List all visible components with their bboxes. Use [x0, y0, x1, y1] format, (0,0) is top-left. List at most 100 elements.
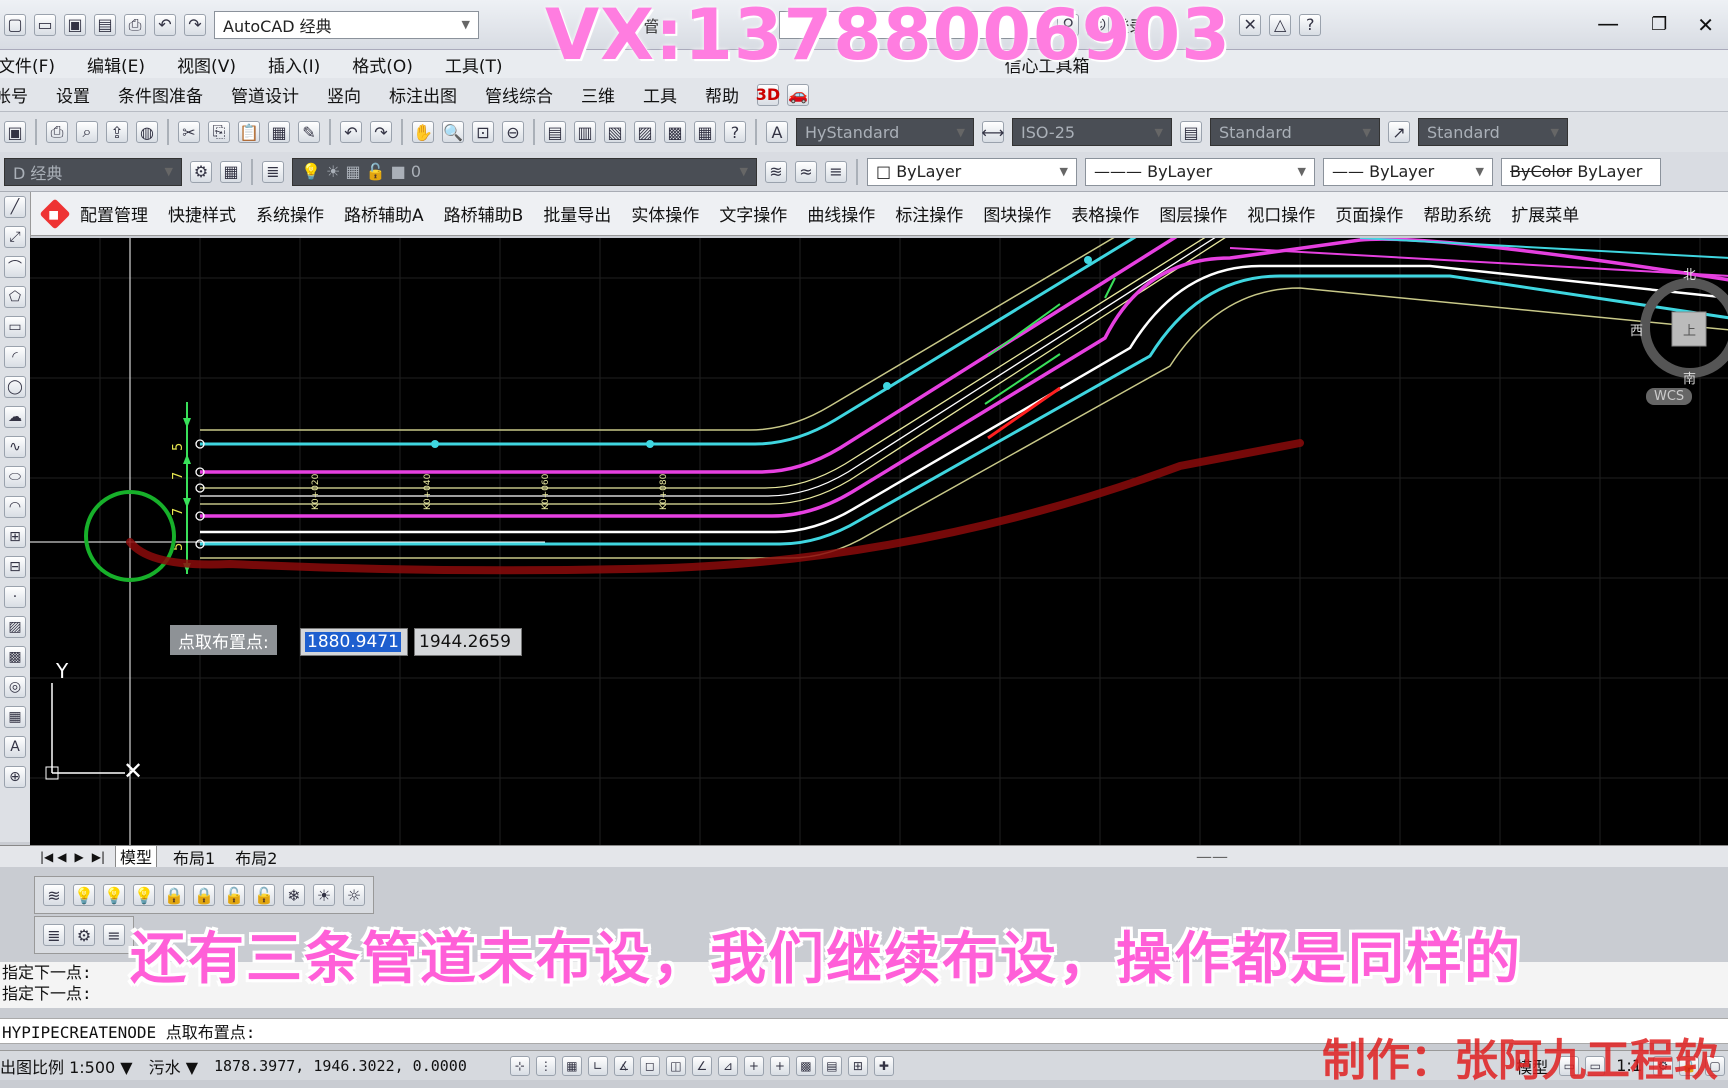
a360-icon[interactable]: △	[1269, 13, 1292, 36]
menu-condition-prep[interactable]: 条件图准备	[118, 82, 203, 107]
viewcube-north[interactable]: 北	[1683, 264, 1696, 283]
insert-block-icon[interactable]: ⊞	[4, 526, 26, 548]
redo-icon[interactable]: ↷	[370, 121, 392, 143]
arc-icon[interactable]: ◜	[4, 346, 26, 368]
spline-icon[interactable]: ∿	[4, 436, 26, 458]
paste-block-icon[interactable]: ▦	[268, 121, 290, 143]
3d-dwf-icon[interactable]: ◍	[136, 121, 158, 143]
dynamic-input-x[interactable]: 1880.9471	[300, 628, 408, 656]
preview-icon[interactable]: ⌕	[76, 121, 98, 143]
cmd-quick-style[interactable]: 快捷样式	[168, 201, 236, 226]
lightbulb-off-icon[interactable]: 💡	[133, 884, 155, 906]
menu-pipe-design[interactable]: 管道设计	[231, 82, 299, 107]
menu-insert[interactable]: 插入(I)	[268, 52, 320, 77]
tab-layout2[interactable]: 布局2	[231, 846, 281, 868]
quick-properties-icon[interactable]: ▤	[821, 1055, 842, 1076]
workspace-select[interactable]: AutoCAD 经典 ▼	[214, 10, 479, 39]
save-icon[interactable]: ▣	[64, 13, 86, 36]
line-icon[interactable]: ╱	[4, 196, 26, 218]
cmd-extend[interactable]: 扩展菜单	[1511, 201, 1579, 226]
3d-icon[interactable]: 3D	[756, 83, 780, 106]
layer-properties-icon[interactable]: ≋	[43, 884, 65, 906]
menu-view[interactable]: 视图(V)	[177, 52, 236, 77]
exchange-icon[interactable]: ✕	[1239, 13, 1262, 36]
cmd-block[interactable]: 图块操作	[983, 201, 1051, 226]
cmd-curve[interactable]: 曲线操作	[807, 201, 875, 226]
tab-nav-next-icon[interactable]: ▶	[75, 850, 84, 864]
cmd-text[interactable]: 文字操作	[719, 201, 787, 226]
cut-icon[interactable]: ✂	[178, 121, 200, 143]
dim-style-select[interactable]: ISO-25 ▼	[1012, 118, 1172, 146]
dim-style-icon[interactable]: ⟷	[982, 121, 1004, 143]
viewcube-top[interactable]: 上	[1683, 320, 1696, 339]
grid-icon[interactable]: ▦	[561, 1055, 582, 1076]
ortho-icon[interactable]: ∟	[587, 1055, 608, 1076]
cmd-help-system[interactable]: 帮助系统	[1423, 201, 1491, 226]
ducs-icon[interactable]: ⊿	[717, 1055, 738, 1076]
lineweight-icon[interactable]: +	[769, 1055, 790, 1076]
mtext-icon[interactable]: A	[4, 736, 26, 758]
3d-osnap-icon[interactable]: ◫	[665, 1055, 686, 1076]
lineweight-select[interactable]: —— ByLayer ▼	[1323, 157, 1493, 186]
open-file-icon[interactable]: ▭	[34, 13, 56, 36]
rectangle-icon[interactable]: ▭	[4, 316, 26, 338]
coordinate-readout[interactable]: 1878.3977, 1946.3022, 0.0000	[214, 1057, 467, 1075]
cmd-road-b[interactable]: 路桥辅助B	[444, 201, 524, 226]
tab-model[interactable]: 模型	[115, 846, 158, 867]
car-icon[interactable]: 🚗	[787, 83, 809, 106]
add-selected-icon[interactable]: ⊕	[4, 766, 26, 788]
tab-nav-last-icon[interactable]: ▶|	[92, 850, 105, 864]
transparency-icon[interactable]: ▩	[795, 1055, 816, 1076]
lock-red-icon[interactable]: 🔒	[193, 884, 215, 906]
sun-icon[interactable]: ☀	[313, 884, 335, 906]
user-icon[interactable]: ☺	[1087, 13, 1110, 36]
ellipse-icon[interactable]: ⬭	[4, 466, 26, 488]
minimize-icon[interactable]: —	[1597, 12, 1619, 37]
copy-icon[interactable]: ⎘	[208, 121, 230, 143]
workspace-select-2[interactable]: D 经典 ▼	[4, 157, 182, 186]
sheet-set-icon[interactable]: ▨	[634, 121, 656, 143]
menu-toolbox[interactable]: 信心工具箱	[1005, 52, 1090, 77]
menu-help[interactable]: 帮助	[705, 82, 739, 107]
freeze-icon[interactable]: ❄	[283, 884, 305, 906]
revcloud-icon[interactable]: ☁	[4, 406, 26, 428]
cmd-viewport[interactable]: 视口操作	[1247, 201, 1315, 226]
help-icon[interactable]: ?	[724, 121, 746, 143]
viewcube[interactable]: 北 南 西 东 上 WCS	[1630, 268, 1728, 405]
cmd-system[interactable]: 系统操作	[256, 201, 324, 226]
cmd-road-a[interactable]: 路桥辅助A	[344, 201, 424, 226]
layer-merge-icon[interactable]: ≡	[103, 924, 125, 946]
restore-icon[interactable]: ❐	[1651, 14, 1667, 35]
polyline-icon[interactable]: ⌒	[4, 256, 26, 278]
login-link[interactable]: 登录	[1113, 13, 1145, 37]
menu-pipeline-synthesis[interactable]: 管线综合	[485, 82, 553, 107]
layer-select[interactable]: 💡 ☀ ▦ 🔓 ■ 0 ▼	[292, 157, 757, 186]
properties-icon[interactable]: ▤	[544, 121, 566, 143]
zoom-window-icon[interactable]: ⊡	[472, 121, 494, 143]
menu-tools[interactable]: 工具(T)	[445, 52, 503, 77]
zoom-previous-icon[interactable]: ⊖	[502, 121, 524, 143]
hatch-icon[interactable]: ▨	[4, 616, 26, 638]
zoom-realtime-icon[interactable]: 🔍	[442, 121, 464, 143]
lock-icon[interactable]: 🔒	[163, 884, 185, 906]
ellipse-arc-icon[interactable]: ◠	[4, 496, 26, 518]
layer-manager-icon[interactable]: ≣	[262, 160, 284, 183]
cmd-entity[interactable]: 实体操作	[631, 201, 699, 226]
tab-nav-prev-icon[interactable]: ◀	[57, 850, 66, 864]
plotstyle-select[interactable]: ByColor ByLayer	[1501, 157, 1661, 186]
make-current-icon[interactable]: ≋	[765, 160, 787, 183]
thaw-icon[interactable]: ☼	[343, 884, 365, 906]
annotation-monitor-icon[interactable]: ✚	[873, 1055, 894, 1076]
cmd-page[interactable]: 页面操作	[1335, 201, 1403, 226]
linetype-select[interactable]: ——— ByLayer ▼	[1085, 157, 1315, 186]
tab-layout1[interactable]: 布局1	[169, 846, 219, 868]
unlock-all-icon[interactable]: 🔓	[253, 884, 275, 906]
save-icon[interactable]: ▣	[4, 121, 26, 143]
help-icon[interactable]: ?	[1299, 13, 1322, 36]
wcs-menu[interactable]: WCS	[1646, 388, 1693, 405]
binoculars-icon[interactable]: ⚲	[1057, 13, 1080, 36]
redo-icon[interactable]: ↷	[184, 13, 206, 36]
design-center-icon[interactable]: ▥	[574, 121, 596, 143]
undo-icon[interactable]: ↶	[340, 121, 362, 143]
calculator-icon[interactable]: ▦	[694, 121, 716, 143]
